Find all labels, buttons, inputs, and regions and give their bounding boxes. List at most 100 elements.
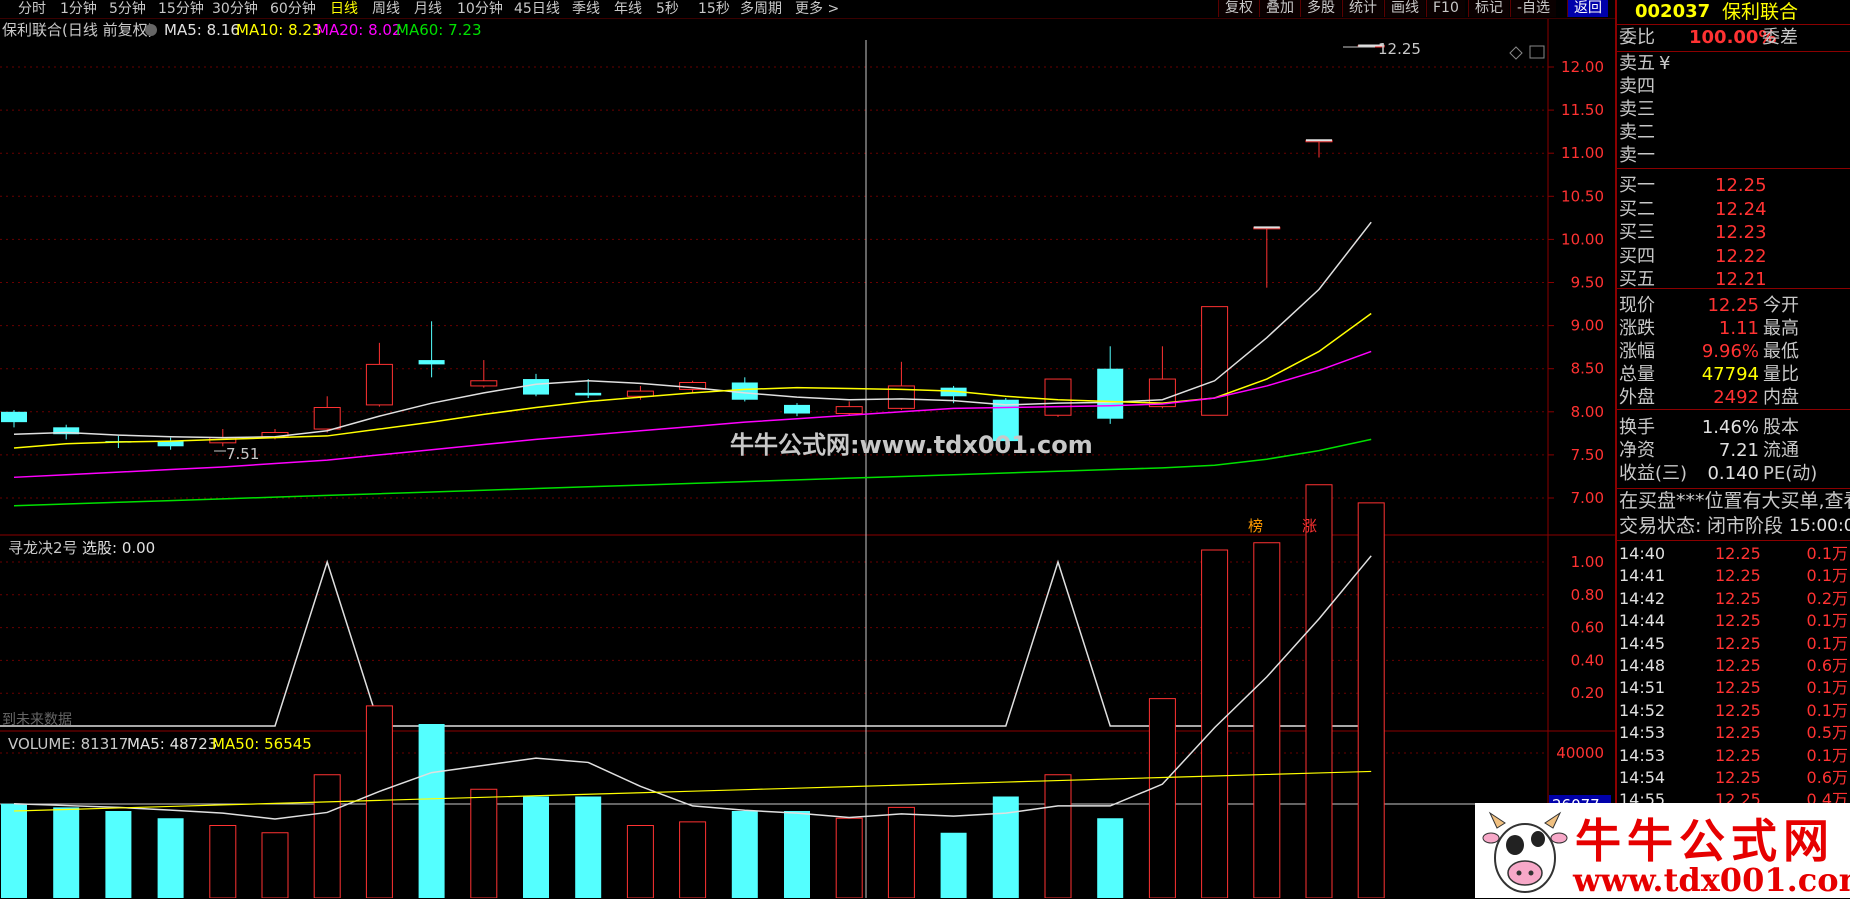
big-order-notice[interactable]: 在买盘***位置有大买单,查看: [1619, 490, 1850, 512]
toolbar-button-7[interactable]: -自选: [1510, 0, 1557, 17]
kline-chart-area[interactable]: 12.00 11.50 11.00 10.50 10.00 9.50 9.00 8.50 8.0…: [0, 19, 1615, 898]
stat-value: 1.11: [1718, 318, 1759, 339]
stat2-label-2: PE(动): [1763, 463, 1818, 484]
stat-label-2: 量比: [1763, 364, 1799, 385]
sell-row: 卖三: [1617, 99, 1850, 121]
weicha-label: 委差: [1762, 27, 1798, 48]
tick-price: 12.25: [1715, 633, 1761, 653]
ma-legend-3: MA60: 7.23: [396, 21, 482, 39]
main-chart-title: 保利联合(日线 前复权): [2, 21, 153, 39]
indicator-footnote: 到未来数据: [2, 712, 72, 728]
stat-row: 外盘 2492 内盘: [1617, 387, 1850, 409]
stat-row: 涨幅 9.96% 最低: [1617, 341, 1850, 363]
period-tab-11[interactable]: 季线: [572, 0, 600, 18]
volume-bar: [105, 811, 132, 898]
tick-volume: 0.6万: [1806, 656, 1848, 675]
period-tab-1[interactable]: 1分钟: [60, 0, 97, 18]
volume-bar: [209, 825, 237, 898]
period-tab-0[interactable]: 分时: [18, 0, 46, 18]
diamond-icon: [1509, 46, 1523, 60]
stat-value: 47794: [1701, 364, 1759, 385]
tick-row: 14:51 12.25 0.1万: [1617, 677, 1850, 699]
volume-bar: [1253, 542, 1281, 898]
buy-price: 12.25: [1715, 175, 1767, 196]
stat2-label-2: 股本: [1763, 417, 1799, 438]
period-tab-10[interactable]: 45日线: [514, 0, 560, 18]
volume-bar: [731, 811, 758, 898]
settings-dot-icon: [145, 24, 157, 36]
period-tab-3[interactable]: 15分钟: [158, 0, 204, 18]
tick-time: 14:44: [1619, 611, 1666, 631]
tick-volume: 0.2万: [1806, 588, 1848, 608]
buy-price: 12.24: [1715, 198, 1767, 220]
tick-time: 14:48: [1619, 656, 1666, 675]
period-tab-15[interactable]: 多周期: [740, 0, 782, 18]
notice-row[interactable]: 在买盘***位置有大买单,查看: [1617, 490, 1850, 512]
tick-price: 12.25: [1715, 678, 1761, 698]
sell-label: 卖二: [1619, 122, 1655, 143]
trade-state-row: 交易状态: 闭市阶段 15:00:0: [1617, 515, 1850, 537]
toolbar-button-8[interactable]: 返回: [1567, 0, 1608, 17]
buy-row: 买二 12.24: [1617, 199, 1850, 221]
stat2-label: 收益(三): [1619, 463, 1688, 484]
sell-row: 卖二: [1617, 122, 1850, 144]
period-tab-6[interactable]: 日线: [330, 0, 358, 18]
volume-ma5-label: MA5: 48723: [127, 735, 217, 753]
period-tab-12[interactable]: 年线: [614, 0, 642, 18]
volume-bar: [523, 796, 549, 898]
toolbar-button-0[interactable]: 复权: [1218, 0, 1259, 17]
volume-bar: [365, 705, 393, 898]
stat-value: 2492: [1713, 387, 1759, 408]
tick-row: 14:45 12.25 0.1万: [1617, 633, 1850, 655]
candle-body: [1, 411, 27, 423]
list-tag: 榜: [1248, 517, 1263, 535]
volume-bar: [679, 821, 707, 898]
tick-volume: 0.1万: [1806, 544, 1848, 563]
price-tick-label: 12.00: [1561, 58, 1604, 76]
stat-label: 涨幅: [1619, 341, 1655, 362]
period-tab-8[interactable]: 月线: [414, 0, 442, 18]
trade-state-value: 闭市阶段: [1707, 515, 1784, 537]
period-toolbar: 分时 1分钟 5分钟 15分钟 30分钟 60分钟 日线 周线 月线 10分钟 45日线 季线 年线 5秒…: [0, 0, 1850, 19]
stat2-row: 换手 1.46% 股本: [1617, 417, 1850, 439]
stat2-row: 收益(三) 0.140 PE(动): [1617, 463, 1850, 485]
tick-time: 14:53: [1619, 723, 1666, 743]
toolbar-button-5[interactable]: F10: [1426, 0, 1465, 17]
candle-body: [523, 379, 549, 395]
period-tab-14[interactable]: 15秒: [698, 0, 730, 18]
tick-row: 14:53 12.25 0.5万: [1617, 722, 1850, 744]
volume-bar: [53, 807, 80, 898]
period-tab-7[interactable]: 周线: [372, 0, 400, 18]
trade-state-time: 15:00:0: [1789, 516, 1850, 536]
tick-volume: 0.5万: [1806, 723, 1848, 743]
toolbar-button-1[interactable]: 叠加: [1259, 0, 1300, 17]
period-tab-16[interactable]: 更多 >: [795, 0, 839, 18]
quote-panel: 002037 保利联合 委比 100.00% 委差 卖五 ¥ 卖四 卖三 卖二 卖一 买一…: [1615, 0, 1850, 898]
ma-legend-0: MA5: 8.16: [164, 21, 240, 39]
promo-banner: 牛牛公式网 www.tdx001.com: [1475, 803, 1850, 899]
candle-body: [575, 392, 602, 396]
toolbar-button-4[interactable]: 画线: [1384, 0, 1425, 17]
tick-price: 12.25: [1715, 700, 1761, 720]
weibi-row: 委比 100.00% 委差: [1617, 27, 1850, 49]
tick-volume: 0.1万: [1806, 566, 1848, 586]
stat2-label-2: 流通: [1763, 440, 1799, 461]
period-tab-4[interactable]: 30分钟: [212, 0, 258, 18]
volume-bar: [313, 774, 341, 898]
period-tab-9[interactable]: 10分钟: [457, 0, 503, 18]
period-tab-13[interactable]: 5秒: [656, 0, 679, 18]
tick-row: 14:52 12.25 0.1万: [1617, 700, 1850, 722]
stat-label-2: 内盘: [1763, 387, 1799, 408]
tick-volume: 0.1万: [1806, 745, 1848, 765]
buy-price: 12.22: [1715, 245, 1767, 267]
toolbar-button-3[interactable]: 统计: [1342, 0, 1383, 17]
price-tick-label: 9.50: [1571, 274, 1604, 292]
period-tab-5[interactable]: 60分钟: [270, 0, 316, 18]
toolbar-button-6[interactable]: 标记: [1468, 0, 1509, 17]
sell-row: 卖四: [1617, 76, 1850, 98]
period-tab-2[interactable]: 5分钟: [109, 0, 146, 18]
candle-body: [418, 360, 445, 365]
volume-bar: [1201, 549, 1229, 898]
toolbar-button-2[interactable]: 多股: [1300, 0, 1341, 17]
volume-bar: [887, 806, 915, 898]
